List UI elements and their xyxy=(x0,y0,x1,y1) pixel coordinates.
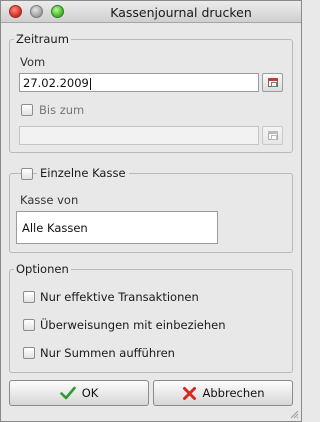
vom-date-value: 27.02.2009 xyxy=(23,76,89,90)
text-caret xyxy=(89,77,91,90)
option-checkbox-summen[interactable] xyxy=(23,347,35,359)
option-checkbox-effektive[interactable] xyxy=(23,291,35,303)
resize-grip-icon[interactable] xyxy=(289,409,299,419)
bis-zum-label: Bis zum xyxy=(39,103,85,117)
checkmark-icon xyxy=(59,386,76,400)
option-checkbox-ueberweisungen[interactable] xyxy=(23,319,35,331)
calendar-icon xyxy=(268,131,278,140)
vom-label: Vom xyxy=(20,55,46,69)
dialog-window: Kassenjournal drucken Zeitraum Vom 27.02… xyxy=(0,0,302,422)
einzelne-kasse-label: Einzelne Kasse xyxy=(37,166,129,180)
window-title: Kassenjournal drucken xyxy=(110,5,252,20)
x-icon xyxy=(182,386,196,400)
calendar-icon xyxy=(268,78,278,87)
close-window-button[interactable] xyxy=(9,5,22,18)
bis-date-input[interactable] xyxy=(19,126,259,145)
option-label-ueberweisungen: Überweisungen mit einbeziehen xyxy=(40,318,226,332)
cancel-button-label: Abbrechen xyxy=(202,386,265,400)
cancel-button[interactable]: Abbrechen xyxy=(153,380,293,406)
bis-calendar-button[interactable] xyxy=(262,126,283,145)
option-label-effektive: Nur effektive Transaktionen xyxy=(40,290,199,304)
kasse-von-label: Kasse von xyxy=(20,193,79,207)
bis-zum-checkbox[interactable] xyxy=(21,104,33,116)
vom-calendar-button[interactable] xyxy=(262,73,283,92)
ok-button-label: OK xyxy=(81,386,99,400)
zeitraum-legend: Zeitraum xyxy=(14,32,71,46)
title-bar[interactable]: Kassenjournal drucken xyxy=(1,1,301,23)
option-label-summen: Nur Summen aufführen xyxy=(40,346,175,360)
vom-date-input[interactable]: 27.02.2009 xyxy=(19,73,259,92)
optionen-legend: Optionen xyxy=(14,262,71,276)
einzelne-kasse-checkbox[interactable] xyxy=(21,168,33,180)
ok-button[interactable]: OK xyxy=(9,380,149,406)
kasse-von-input[interactable]: Alle Kassen xyxy=(16,211,218,244)
minimize-window-button[interactable] xyxy=(30,5,43,18)
